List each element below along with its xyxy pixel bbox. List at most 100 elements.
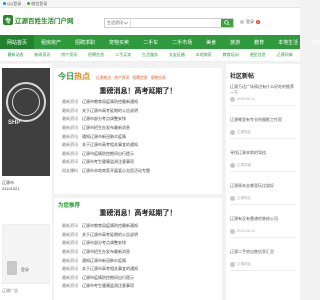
community-post[interactable]: 寻找辽源本地的驾校 [230, 150, 296, 156]
nav-item[interactable]: 教育 [247, 35, 271, 49]
news-item[interactable]: 最新资讯 辽源市部分考点调整安排 [62, 115, 218, 124]
community-post[interactable]: 辽源周末去哪里玩比较好 [230, 183, 296, 189]
news-title[interactable]: 关于辽源市高考延期的公告说明 [82, 108, 138, 114]
news-item[interactable]: 最新资讯 辽源市招生办发布最新消息 [62, 248, 218, 257]
nav-item[interactable]: 网站首页 [0, 35, 35, 49]
qq-login-link[interactable]: QQ登录 [3, 1, 21, 7]
left-ad-block[interactable]: 登录 [2, 224, 50, 284]
today-tags: 辽源热点 房产资讯 招聘信息 宠物交易 [96, 76, 166, 81]
news-item[interactable]: 最新资讯 关于辽源市高考延期的公告说明 [62, 107, 218, 116]
nav-item[interactable]: 宠物买卖 [102, 35, 136, 49]
wechat-login-label: 微信登录 [31, 0, 48, 6]
nav-item[interactable]: 本地生活 [271, 35, 305, 49]
site-logo[interactable]: 专 辽源百姓生活门户网 [3, 11, 75, 29]
news-title[interactable]: 关于辽源市高考相关事宜的通知 [82, 142, 138, 148]
news-title[interactable]: 通知辽源市新冠肺炎疫情 [82, 258, 126, 264]
news-item[interactable]: 网友爆料 辽源市本地商家开展爱心志愿活动专题 [62, 167, 218, 176]
stamp-image[interactable]: SHP [2, 68, 50, 176]
community-post[interactable]: 辽源万达广场周边有什么好吃的推荐一下 [230, 84, 296, 95]
news-item[interactable]: 最新资讯 通知辽源市新冠肺炎疫情 [62, 132, 218, 141]
nav-item[interactable]: 招聘求职 [68, 35, 102, 49]
news-category: 最新资讯 [62, 159, 78, 165]
news-item[interactable]: 最新资讯 辽源市教育局疫情防控最新通知 [62, 98, 218, 107]
news-item[interactable]: 最新资讯 辽源市疫情防控期间出行提示 [62, 150, 218, 159]
subnav-item[interactable]: 便民信息 [250, 52, 266, 58]
hot-tag[interactable]: 招聘信息 [132, 76, 147, 81]
news-title[interactable]: 辽源市疫情防控期间出行提示 [82, 151, 134, 157]
nav-item[interactable]: 租房房产 [34, 35, 68, 49]
post-meta: 辽源网友 [237, 130, 251, 134]
subnav-item[interactable]: 最新动态 [7, 52, 23, 58]
subnav-item[interactable]: 招聘信息 [88, 52, 104, 58]
subnav-item[interactable]: 本地商家 [196, 52, 212, 58]
community-post[interactable]: 辽源有没有靠谱的装修公司 [230, 216, 296, 222]
avatar [230, 196, 235, 201]
search-category-select[interactable]: 生活资讯 [105, 19, 131, 27]
user-avatar [240, 20, 244, 24]
hot-tag[interactable]: 辽源热点 [96, 76, 111, 81]
subnav-item[interactable]: 房产资讯 [61, 52, 77, 58]
stamp-ring-inner [12, 88, 40, 116]
left-bottom-text: 辽源广告 [2, 288, 18, 293]
today-title-main: 今日 [58, 72, 74, 81]
news-title[interactable]: 辽源市疫情防控期间出行提示 [82, 275, 134, 281]
news-title[interactable]: 关于辽源市高考相关事宜的通知 [82, 266, 138, 272]
hot-tag[interactable]: 房产资讯 [114, 76, 129, 81]
news-item[interactable]: 最新资讯 关于辽源市高考延期的公告说明 [62, 231, 218, 240]
news-item[interactable]: 最新资讯 关于辽源市高考相关事宜的通知 [62, 265, 218, 274]
news-title[interactable]: 关于辽源市高考延期的公告说明 [82, 232, 138, 238]
search-bar: 生活资讯 [104, 18, 234, 28]
nav-item[interactable]: 通知公告 [305, 35, 320, 49]
subnav-item[interactable]: 教育培训 [223, 52, 239, 58]
subnav-item[interactable]: 生活服务 [142, 52, 158, 58]
ad-thumbnail [7, 261, 17, 275]
avatar [230, 130, 235, 135]
today-headline[interactable]: 重磅消息！高考延期了！ [54, 86, 222, 96]
subnav-item[interactable]: 新闻资讯 [34, 52, 50, 58]
news-title[interactable]: 通知辽源市新冠肺炎疫情 [82, 134, 126, 140]
search-button[interactable] [221, 19, 233, 27]
main-nav: 网站首页租房房产招聘求职宠物买卖二手车二手市场美食旅游教育本地生活通知公告 [0, 35, 320, 49]
news-title[interactable]: 辽源市部分考点调整安排 [82, 240, 126, 246]
news-title[interactable]: 辽源市考生健康监测注意事项 [82, 159, 134, 165]
avatar [230, 262, 235, 267]
nav-item[interactable]: 二手车 [136, 35, 165, 49]
site-header: 专 辽源百姓生活门户网 生活资讯 登录 0 [0, 8, 300, 35]
news-title[interactable]: 辽源市本地商家开展爱心志愿活动专题 [82, 168, 150, 174]
news-title[interactable]: 辽源市教育局疫情防控最新通知 [82, 99, 138, 105]
news-title[interactable]: 辽源市部分考点调整安排 [82, 116, 126, 122]
news-title[interactable]: 辽源市招生办发布最新消息 [82, 249, 130, 255]
news-title[interactable]: 辽源市招生办发布最新消息 [82, 125, 130, 131]
news-category: 最新资讯 [62, 266, 78, 272]
news-item[interactable]: 最新资讯 辽源市疫情防控期间出行提示 [62, 274, 218, 283]
community-post[interactable]: 辽源哪里有专业的摄影工作室 [230, 117, 296, 123]
user-area[interactable]: 登录 0 [240, 19, 260, 25]
news-item[interactable]: 最新资讯 关于辽源市高考相关事宜的通知 [62, 141, 218, 150]
community-post[interactable]: 辽源二手房出售信息汇总 [230, 249, 296, 255]
news-item[interactable]: 最新资讯 辽源市教育局疫情防控最新通知 [62, 222, 218, 231]
hot-tag[interactable]: 宠物交易 [151, 76, 166, 81]
news-category: 最新资讯 [62, 257, 78, 263]
subnav-item[interactable]: 二手买卖 [115, 52, 131, 58]
news-category: 最新资讯 [62, 107, 78, 113]
news-item[interactable]: 最新资讯 辽源市考生健康监测注意事项 [62, 282, 218, 291]
qq-icon [3, 2, 6, 5]
today-hot-header: 今日热点 辽源热点 房产资讯 招聘信息 宠物交易 [58, 71, 166, 82]
ad-login-button[interactable]: 登录 [21, 267, 29, 273]
wechat-login-link[interactable]: 微信登录 [27, 1, 47, 7]
search-input[interactable] [131, 19, 221, 27]
nav-item[interactable]: 美食 [199, 35, 223, 49]
news-title[interactable]: 辽源市考生健康监测注意事项 [82, 283, 134, 289]
news-item[interactable]: 最新资讯 通知辽源市新冠肺炎疫情 [62, 256, 218, 265]
news-title[interactable]: 辽源市教育局疫情防控最新通知 [82, 223, 138, 229]
news-item[interactable]: 最新资讯 辽源市部分考点调整安排 [62, 239, 218, 248]
nav-item[interactable]: 二手市场 [165, 35, 199, 49]
recommend-headline[interactable]: 重磅消息！高考延期了！ [54, 208, 222, 218]
news-item[interactable]: 最新资讯 辽源市考生健康监测注意事项 [62, 158, 218, 167]
post-meta: 辽源网友 [237, 262, 251, 266]
nav-item[interactable]: 旅游 [223, 35, 247, 49]
subnav-item[interactable]: 辽源同城 [277, 52, 293, 58]
divider [230, 138, 296, 139]
news-item[interactable]: 最新资讯 辽源市招生办发布最新消息 [62, 124, 218, 133]
subnav-item[interactable]: 交友征婚 [169, 52, 185, 58]
